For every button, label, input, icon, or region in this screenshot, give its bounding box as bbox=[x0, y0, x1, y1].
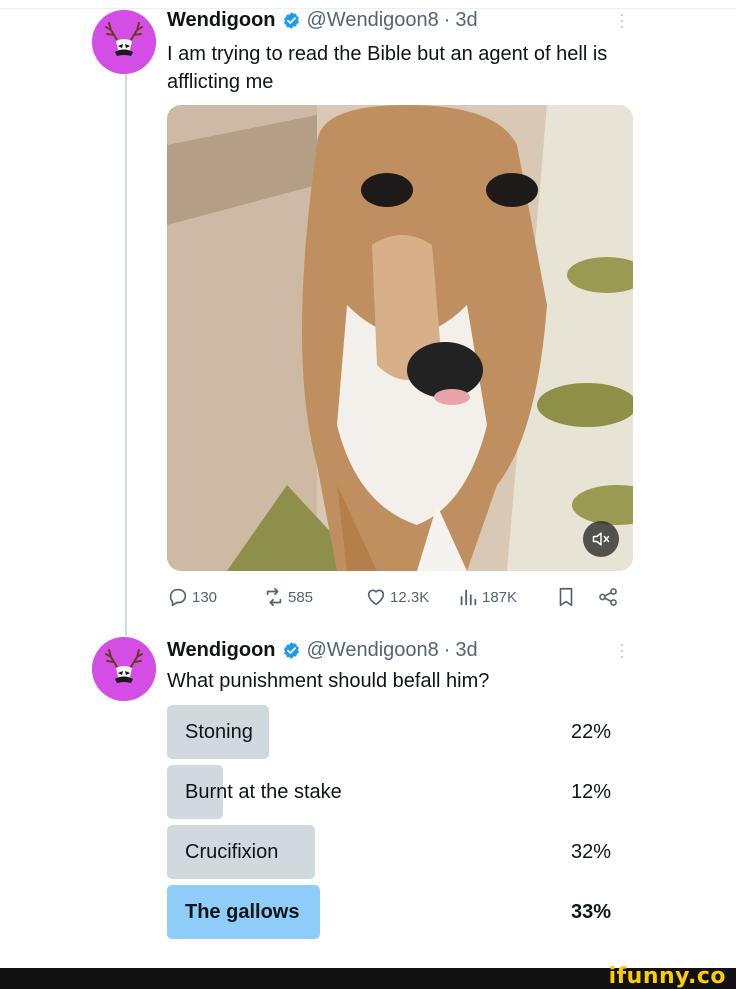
share-button[interactable] bbox=[597, 586, 622, 608]
separator-dot: · bbox=[443, 639, 451, 661]
reply-count: 130 bbox=[192, 588, 218, 606]
ifunny-watermark: ifunny.co bbox=[608, 964, 726, 989]
poll-option-percent: 33% bbox=[570, 901, 611, 923]
poll-option-label: The gallows bbox=[185, 901, 300, 923]
repost-icon bbox=[266, 587, 282, 607]
tweet-text: What punishment should befall him? bbox=[167, 670, 490, 692]
poll-option-label: Crucifixion bbox=[185, 841, 279, 863]
view-count: 187K bbox=[482, 588, 518, 606]
dog-video-frame bbox=[167, 105, 633, 571]
poll-option-label: Burnt at the stake bbox=[185, 781, 342, 803]
volume-muted-icon bbox=[592, 532, 610, 546]
views-button[interactable]: 187K bbox=[457, 586, 517, 608]
repost-button[interactable]: 585 bbox=[263, 586, 313, 608]
separator-dot: · bbox=[443, 9, 451, 31]
verified-badge-icon bbox=[282, 11, 301, 30]
poll-option-percent: 22% bbox=[570, 721, 611, 743]
avatar[interactable] bbox=[92, 10, 156, 74]
like-button[interactable]: 12.3K bbox=[365, 586, 429, 608]
antler-skull-avatar-icon bbox=[92, 10, 156, 74]
repost-count: 585 bbox=[288, 588, 314, 606]
watermark-bar: ifunny.co bbox=[0, 964, 736, 989]
tweet-text: I am trying to read the Bible but an age… bbox=[167, 43, 608, 93]
user-handle[interactable]: @Wendigoon8 bbox=[307, 638, 439, 662]
poll-option[interactable]: The gallows 33% bbox=[167, 885, 617, 939]
antler-skull-avatar-icon bbox=[92, 637, 156, 701]
mute-button[interactable] bbox=[583, 521, 619, 557]
bookmark-icon bbox=[559, 587, 573, 607]
tweet-header: Wendigoon @Wendigoon8 · 3d bbox=[167, 638, 478, 662]
video-media[interactable] bbox=[167, 105, 633, 571]
poll-option[interactable]: Burnt at the stake 12% bbox=[167, 765, 617, 819]
timestamp[interactable]: 3d bbox=[455, 638, 477, 662]
tweet-action-bar: 130 585 12.3K 187K bbox=[167, 586, 627, 612]
verified-badge-icon bbox=[282, 641, 301, 660]
heart-icon bbox=[367, 589, 385, 606]
poll-option-percent: 32% bbox=[570, 841, 611, 863]
analytics-icon bbox=[460, 589, 477, 606]
display-name[interactable]: Wendigoon bbox=[167, 638, 276, 662]
display-name[interactable]: Wendigoon bbox=[167, 8, 276, 32]
tweet-header: Wendigoon @Wendigoon8 · 3d bbox=[167, 8, 478, 32]
share-icon bbox=[599, 588, 617, 606]
reply-button[interactable]: 130 bbox=[167, 586, 217, 608]
reply-icon bbox=[169, 588, 187, 607]
like-count: 12.3K bbox=[390, 588, 430, 606]
avatar[interactable] bbox=[92, 637, 156, 701]
timestamp[interactable]: 3d bbox=[455, 8, 477, 32]
poll-option[interactable]: Crucifixion 32% bbox=[167, 825, 617, 879]
poll-option-percent: 12% bbox=[570, 781, 611, 803]
more-options-icon[interactable] bbox=[619, 644, 625, 662]
thread-connector-line bbox=[125, 74, 127, 636]
bookmark-button[interactable] bbox=[555, 586, 580, 608]
poll-option-label: Stoning bbox=[185, 721, 253, 743]
user-handle[interactable]: @Wendigoon8 bbox=[307, 8, 439, 32]
poll-option[interactable]: Stoning 22% bbox=[167, 705, 617, 759]
more-options-icon[interactable] bbox=[619, 14, 625, 32]
